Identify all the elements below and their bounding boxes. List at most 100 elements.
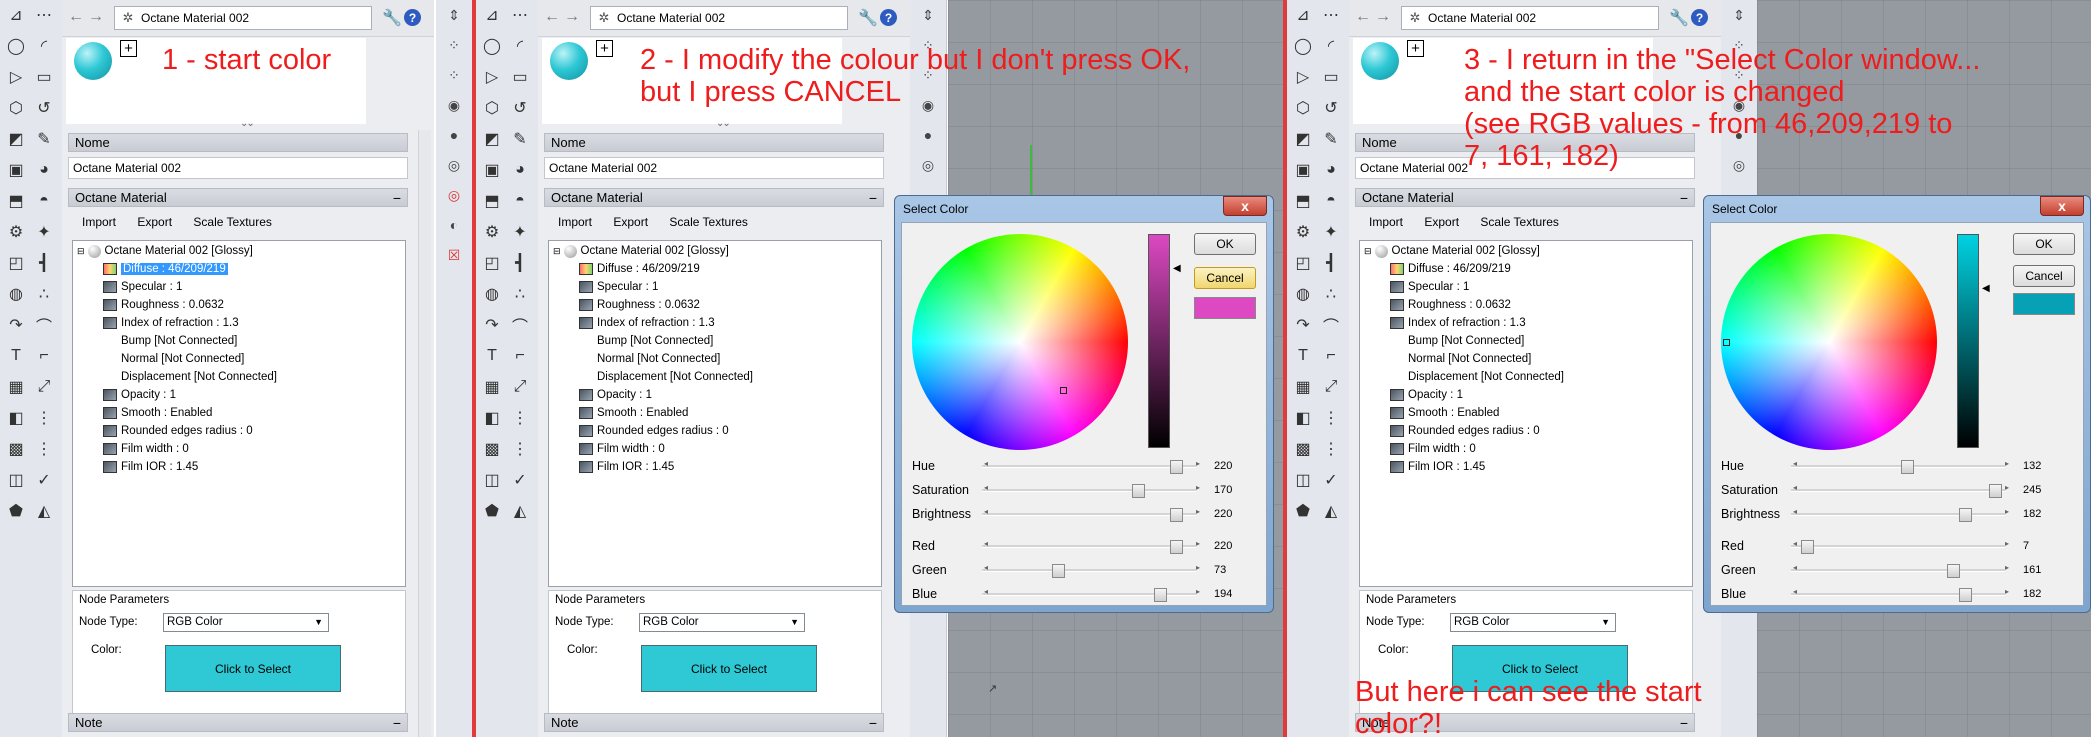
section-octane-header[interactable]: Octane Material − [544,188,884,207]
tree-root[interactable]: ⊟ Octane Material 002 [Glossy] [553,242,729,260]
tool-button-icon[interactable]: ✦ [508,220,532,244]
tree-item-diffuse[interactable]: Diffuse : 46/209/219 [579,260,700,278]
move-icon[interactable]: ⇕ [1727,0,1751,30]
tree-item[interactable]: Specular : 1 [1390,278,1469,296]
color-select-button[interactable]: Click to Select [641,645,817,692]
tool-button-icon[interactable]: ↺ [32,96,56,120]
tree-item[interactable]: Index of refraction : 1.3 [1390,314,1526,332]
tool-button-icon[interactable]: ↺ [508,96,532,120]
tool-button-icon[interactable]: ⋯ [32,3,56,27]
tool-button-icon[interactable]: ▦ [480,375,504,399]
tool-button-icon[interactable]: ⬟ [480,499,504,523]
tool-button-icon[interactable]: ▣ [4,158,28,182]
slider-left-icon[interactable]: ◂ [984,539,988,548]
tree-item[interactable]: Specular : 1 [579,278,658,296]
tool-button-icon[interactable]: ⋮ [32,406,56,430]
tree-item[interactable]: Specular : 1 [103,278,182,296]
tool-button-icon[interactable]: ⌒ [32,313,56,337]
tree-item[interactable]: Smooth : Enabled [103,404,212,422]
brightness-bar[interactable] [1957,234,1979,448]
tree-collapse-icon[interactable]: ⊟ [77,246,85,257]
tree-item[interactable]: Displacement [Not Connected] [121,368,277,386]
tool-button-icon[interactable]: ▣ [1291,158,1315,182]
slider-left-icon[interactable]: ◂ [1793,587,1797,596]
tool-button-icon[interactable]: ✦ [32,220,56,244]
tree-root[interactable]: ⊟ Octane Material 002 [Glossy] [1364,242,1540,260]
tool-button-icon[interactable]: ▦ [4,375,28,399]
tool-button-icon[interactable]: ◭ [32,499,56,523]
tool-button-icon[interactable]: ▦ [1291,375,1315,399]
tool-button-icon[interactable]: ⊿ [1291,3,1315,27]
tool-button-icon[interactable]: ⋮ [1319,406,1343,430]
tool-button-icon[interactable]: ▩ [480,437,504,461]
tree-item[interactable]: Roughness : 0.0632 [1390,296,1511,314]
tree-item[interactable]: Rounded edges radius : 0 [1390,422,1540,440]
section-name-header[interactable]: Nome [544,133,884,152]
tree-item[interactable]: Displacement [Not Connected] [597,368,753,386]
green-slider-thumb[interactable] [1947,564,1960,578]
saturation-slider-thumb[interactable] [1989,484,2002,498]
tool-button-icon[interactable]: ⬡ [480,96,504,120]
torus-icon[interactable]: ◎ [442,150,466,180]
tool-button-icon[interactable]: ◧ [1291,406,1315,430]
forward-icon[interactable]: → [564,8,580,26]
sphere-icon[interactable]: ● [442,120,466,150]
tool-button-icon[interactable]: ◩ [1291,127,1315,151]
close-icon[interactable]: x [1223,196,1267,216]
tree-item[interactable]: Smooth : Enabled [1390,404,1499,422]
forward-icon[interactable]: → [88,8,104,26]
tool-button-icon[interactable]: ↷ [480,313,504,337]
blue-slider-thumb[interactable] [1959,588,1972,602]
export-button[interactable]: Export [1424,215,1459,229]
wrench-icon[interactable]: 🔧 [1669,8,1689,28]
brightness-slider-thumb[interactable] [1170,508,1183,522]
tool-button-icon[interactable]: ◭ [1319,499,1343,523]
splitter-chevron-icon[interactable]: ⌄⌄ [240,118,255,129]
tool-button-icon[interactable]: ⬒ [4,189,28,213]
tool-button-icon[interactable]: ✎ [32,127,56,151]
section-note-header[interactable]: Note − [68,713,408,732]
slider-right-icon[interactable]: ▸ [2005,507,2009,516]
add-material-icon[interactable]: + [120,40,137,57]
tool-button-icon[interactable]: ⋮ [1319,437,1343,461]
tool-button-icon[interactable]: ◕ [508,158,532,182]
tool-button-icon[interactable]: ▭ [508,65,532,89]
back-icon[interactable]: ← [68,8,84,26]
move-icon[interactable]: ⇕ [442,0,466,30]
tool-button-icon[interactable]: ⋯ [1319,3,1343,27]
tool-button-icon[interactable]: ↺ [1319,96,1343,120]
tool-button-icon[interactable]: ∴ [32,282,56,306]
add-material-icon[interactable]: + [1407,40,1424,57]
close-icon[interactable]: x [2040,196,2084,216]
tool-button-icon[interactable]: ∴ [1319,282,1343,306]
color-select-button[interactable]: Click to Select [165,645,341,692]
sphere-icon[interactable]: ◉ [442,90,466,120]
tree-item[interactable]: Normal [Not Connected] [121,350,244,368]
tool-button-icon[interactable]: ◜ [508,34,532,58]
tree-item[interactable]: Smooth : Enabled [579,404,688,422]
blue-slider-thumb[interactable] [1154,588,1167,602]
tool-button-icon[interactable]: ⤢ [32,375,56,399]
collapse-icon[interactable]: − [1680,190,1688,206]
tree-item[interactable]: Index of refraction : 1.3 [103,314,239,332]
color-wheel[interactable] [912,234,1128,450]
grid-icon[interactable]: ⁘ [442,30,466,60]
tool-button-icon[interactable]: ◧ [4,406,28,430]
tree-item[interactable]: Normal [Not Connected] [597,350,720,368]
export-button[interactable]: Export [613,215,648,229]
help-icon[interactable]: ? [404,9,421,26]
tool-button-icon[interactable]: ⬡ [1291,96,1315,120]
tree-item[interactable]: Film width : 0 [1390,440,1476,458]
slider-left-icon[interactable]: ◂ [984,587,988,596]
tool-button-icon[interactable]: ▷ [1291,65,1315,89]
tool-button-icon[interactable]: ◰ [1291,251,1315,275]
tool-button-icon[interactable]: ⋯ [508,3,532,27]
cancel-icon[interactable]: ☒ [442,240,466,270]
tool-button-icon[interactable]: ⌐ [1319,344,1343,368]
tree-root[interactable]: ⊟ Octane Material 002 [Glossy] [77,242,253,260]
back-icon[interactable]: ← [544,8,560,26]
tree-item[interactable]: Film IOR : 1.45 [579,458,674,476]
brightness-pointer-icon[interactable]: ◀ [1173,263,1181,274]
tree-item[interactable]: Film IOR : 1.45 [103,458,198,476]
move-icon[interactable]: ⇕ [916,0,940,30]
